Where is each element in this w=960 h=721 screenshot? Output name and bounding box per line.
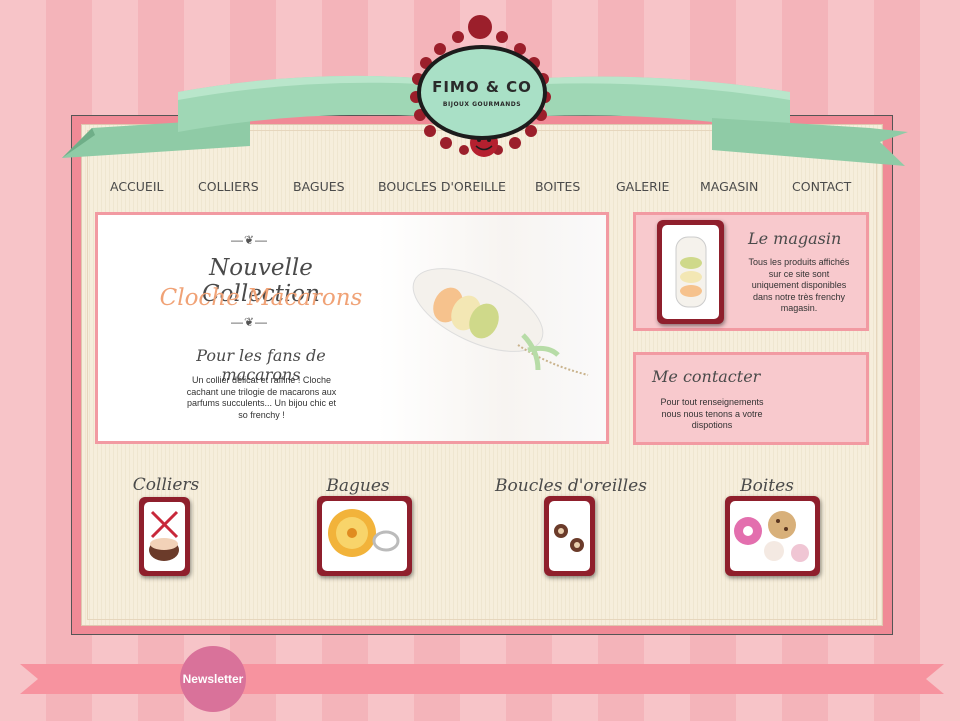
nav-item-magasin[interactable]: MAGASIN (700, 179, 758, 194)
contact-text: Pour tout renseignements nous nous tenon… (660, 397, 764, 430)
magasin-box[interactable]: Le magasin Tous les produits affichés su… (633, 212, 869, 331)
newsletter-button[interactable]: Newsletter (180, 646, 246, 712)
hero-banner[interactable]: —❦— Nouvelle Collection Cloche Macarons … (95, 212, 609, 444)
category-colliers-frame[interactable] (139, 497, 190, 576)
boites-image (734, 511, 809, 562)
main-nav: ACCUEIL COLLIERS BAGUES BOUCLES D'OREILL… (96, 179, 866, 199)
category-bagues-frame[interactable] (317, 496, 412, 576)
nav-item-accueil[interactable]: ACCUEIL (110, 179, 164, 194)
nav-item-colliers[interactable]: COLLIERS (198, 179, 259, 194)
collier-image (149, 510, 179, 561)
macaron-cloche-image (412, 268, 589, 376)
magasin-image-frame (657, 220, 724, 324)
category-boites-frame[interactable] (725, 496, 820, 576)
category-boucles-frame[interactable] (544, 496, 595, 576)
nav-item-boucles[interactable]: BOUCLES D'OREILLE (378, 179, 506, 194)
ornament-top-icon: —❦— (231, 233, 269, 247)
logo-subtitle: BIJOUX GOURMANDS (442, 101, 522, 108)
bague-image (328, 509, 400, 557)
magasin-text: Tous les produits affichés sur ce site s… (748, 257, 850, 313)
contact-title: Me contacter (652, 367, 761, 386)
category-title-boites[interactable]: Boites (717, 476, 817, 496)
banner-title-line2: Cloche Macarons (159, 285, 363, 311)
newsletter-bar (20, 664, 944, 694)
category-title-boucles[interactable]: Boucles d'oreilles (488, 476, 654, 496)
nav-item-contact[interactable]: CONTACT (792, 179, 851, 194)
magasin-title: Le magasin (748, 229, 842, 248)
logo-title[interactable]: FIMO & CO (417, 78, 547, 96)
contact-box[interactable]: Me contacter Pour tout renseignements no… (633, 352, 869, 445)
nav-item-bagues[interactable]: BAGUES (293, 179, 345, 194)
macaron-jar-image (675, 236, 707, 308)
category-title-colliers[interactable]: Colliers (116, 475, 216, 495)
banner-description: Un collier délicat et raffiné ! Cloche c… (186, 375, 337, 420)
nav-item-galerie[interactable]: GALERIE (616, 179, 669, 194)
category-title-bagues[interactable]: Bagues (308, 476, 408, 496)
boucles-image (554, 524, 584, 552)
ornament-bottom-icon: —❦— (231, 315, 269, 329)
nav-item-boites[interactable]: BOITES (535, 179, 580, 194)
